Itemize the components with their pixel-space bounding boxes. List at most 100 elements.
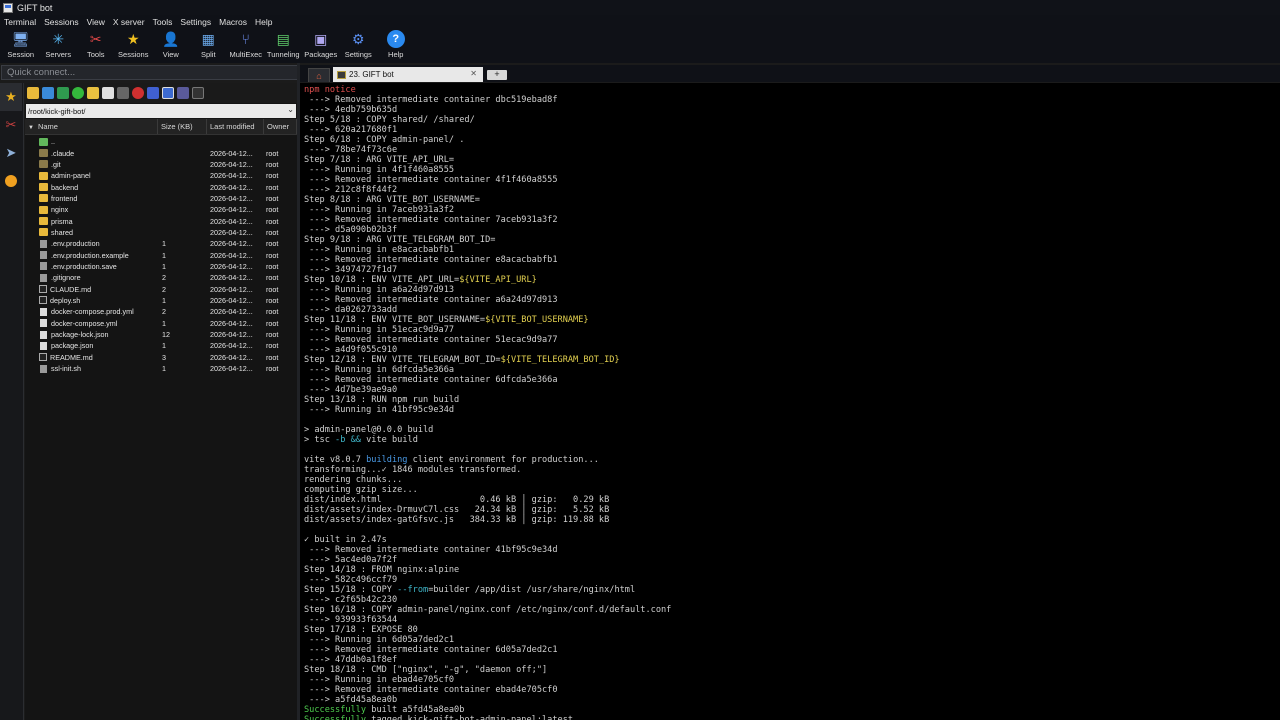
terminal-line: ---> 78be74f73c6e — [304, 145, 1280, 155]
terminal-text: ---> 78be74f73c6e — [304, 145, 398, 155]
file-row[interactable]: shared 2026-04-12... root — [25, 227, 297, 238]
terminal-text: Step 6/18 : COPY admin-panel/ . — [304, 135, 465, 145]
menu-terminal[interactable]: Terminal — [4, 17, 36, 27]
terminal-line: Successfully tagged kick-gift-bot-admin-… — [304, 715, 1280, 720]
menu-macros[interactable]: Macros — [219, 17, 247, 27]
file-row[interactable]: CLAUDE.md 2 2026-04-12... root — [25, 283, 297, 294]
terminal-output[interactable]: npm notice ---> Removed intermediate con… — [300, 83, 1280, 720]
tools-tab-icon[interactable]: ✂ — [0, 111, 22, 139]
refresh-icon[interactable] — [72, 87, 84, 99]
menu-help[interactable]: Help — [255, 17, 272, 27]
hidden-files-toggle-icon[interactable] — [162, 87, 174, 99]
terminal-text: Step 16/18 : COPY admin-panel/nginx.conf… — [304, 605, 672, 615]
menu-settings[interactable]: Settings — [180, 17, 211, 27]
terminal-line: ---> Removed intermediate container 51ec… — [304, 335, 1280, 345]
folder-up-icon[interactable] — [27, 87, 39, 99]
multiexec-button[interactable]: ⑂ MultiExec — [227, 28, 265, 63]
packages-button[interactable]: ▣ Packages — [302, 28, 340, 63]
column-owner[interactable]: Owner — [264, 119, 297, 134]
terminal-text: client environment for production... — [407, 455, 599, 465]
file-modified: 2026-04-12... — [210, 148, 253, 158]
terminal-line: ---> c2f65b42c230 — [304, 595, 1280, 605]
file-row[interactable]: package.json 1 2026-04-12... root — [25, 340, 297, 351]
terminal-text: ---> Removed intermediate container 6dfc… — [304, 375, 558, 385]
terminal-text: ---> Running in ebad4e705cf0 — [304, 675, 455, 685]
toolbar-label: MultiExec — [229, 50, 262, 59]
file-row[interactable]: .env.production.save 1 2026-04-12... root — [25, 261, 297, 272]
folder-icon — [39, 217, 48, 226]
file-modified: 2026-04-12... — [210, 159, 253, 169]
toolbar-label: Servers — [45, 50, 72, 59]
sftp-file-list: .. .claude 2026-04-12... root .git 2026-04-12… — [25, 135, 297, 374]
file-size: 2 — [162, 284, 166, 294]
folder-icon — [39, 228, 48, 237]
tools-icon: ✂ — [89, 31, 102, 47]
file-row[interactable]: prisma 2026-04-12... root — [25, 215, 297, 226]
file-row[interactable]: .git 2026-04-12... root — [25, 159, 297, 170]
file-modified: 2026-04-12... — [210, 284, 253, 294]
permissions-icon[interactable] — [177, 87, 189, 99]
file-row[interactable]: frontend 2026-04-12... root — [25, 193, 297, 204]
quick-connect-input[interactable]: Quick connect... — [1, 65, 298, 80]
file-row[interactable]: ssl-init.sh 1 2026-04-12... root — [25, 363, 297, 374]
terminal-line: ---> 5ac4ed0a7f2f — [304, 555, 1280, 565]
file-owner: root — [266, 216, 279, 226]
file-row[interactable]: admin-panel 2026-04-12... root — [25, 170, 297, 181]
file-row[interactable]: .claude 2026-04-12... root — [25, 147, 297, 158]
settings-button[interactable]: ⚙ Settings — [340, 28, 378, 63]
help-button[interactable]: ? Help — [377, 28, 415, 63]
split-button[interactable]: ▦ Split — [190, 28, 228, 63]
home-tab[interactable]: ⌂ — [308, 68, 330, 82]
file-row[interactable]: .. — [25, 136, 297, 147]
rename-icon[interactable] — [147, 87, 159, 99]
file-row[interactable]: docker-compose.yml 1 2026-04-12... root — [25, 318, 297, 329]
terminal-text: ---> da0262733add — [304, 305, 398, 315]
file-row[interactable]: .env.production 1 2026-04-12... root — [25, 238, 297, 249]
file-row[interactable]: docker-compose.prod.yml 2 2026-04-12... roo… — [25, 306, 297, 317]
servers-button[interactable]: ✳ Servers — [40, 28, 78, 63]
terminal-line: Step 7/18 : ARG VITE_API_URL= — [304, 155, 1280, 165]
column-name[interactable]: ▼ Name — [25, 119, 158, 134]
folder-icon — [39, 194, 48, 203]
file-row[interactable]: deploy.sh 1 2026-04-12... root — [25, 295, 297, 306]
sftp-tab-icon[interactable] — [0, 167, 22, 195]
menu-sessions[interactable]: Sessions — [44, 17, 79, 27]
tunneling-button[interactable]: ▤ Tunneling — [265, 28, 303, 63]
file-name-cell: package-lock.json — [25, 330, 162, 339]
terminal-text: built a5fd45a8ea0b — [366, 705, 465, 715]
file-row[interactable]: .gitignore 2 2026-04-12... root — [25, 272, 297, 283]
file-size: 1 — [162, 341, 166, 351]
menu-view[interactable]: View — [87, 17, 105, 27]
menu-x-server[interactable]: X server — [113, 17, 145, 27]
macros-send-tab-icon[interactable]: ➤ — [0, 139, 22, 167]
file-name-cell: .git — [25, 160, 162, 169]
terminal-session-tab[interactable]: 23. GIFT bot ✕ — [333, 67, 483, 82]
column-last-modified[interactable]: Last modified — [207, 119, 264, 134]
delete-icon[interactable] — [132, 87, 144, 99]
sftp-path-field[interactable]: /root/kick-gift-bot/ ⌄ — [26, 104, 296, 118]
sessions-button[interactable]: ★ Sessions — [115, 28, 153, 63]
file-row[interactable]: nginx 2026-04-12... root — [25, 204, 297, 215]
edit-icon[interactable] — [117, 87, 129, 99]
file-name-cell: .env.production.example — [25, 251, 162, 260]
menu-tools[interactable]: Tools — [153, 17, 173, 27]
file-row[interactable]: README.md 3 2026-04-12... root — [25, 352, 297, 363]
file-modified: 2026-04-12... — [210, 261, 253, 271]
session-button[interactable]: 🖥 Session — [2, 28, 40, 63]
sessions-star-tab-icon[interactable]: ★ — [0, 83, 22, 111]
new-tab-button[interactable]: + — [487, 70, 507, 80]
file-row[interactable]: package-lock.json 12 2026-04-12... root — [25, 329, 297, 340]
file-row[interactable]: backend 2026-04-12... root — [25, 181, 297, 192]
view-button[interactable]: 👤 View — [152, 28, 190, 63]
column-size[interactable]: Size (KB) — [158, 119, 207, 134]
new-file-icon[interactable] — [102, 87, 114, 99]
new-folder-icon[interactable] — [87, 87, 99, 99]
session-tabs: ⌂ 23. GIFT bot ✕ + — [300, 65, 1280, 82]
tools-button[interactable]: ✂ Tools — [77, 28, 115, 63]
upload-icon[interactable] — [57, 87, 69, 99]
file-row[interactable]: .env.production.example 1 2026-04-12... roo… — [25, 249, 297, 260]
chevron-down-icon[interactable]: ⌄ — [287, 105, 294, 114]
download-icon[interactable] — [42, 87, 54, 99]
close-icon[interactable]: ✕ — [470, 69, 477, 78]
terminal-follow-icon[interactable] — [192, 87, 204, 99]
